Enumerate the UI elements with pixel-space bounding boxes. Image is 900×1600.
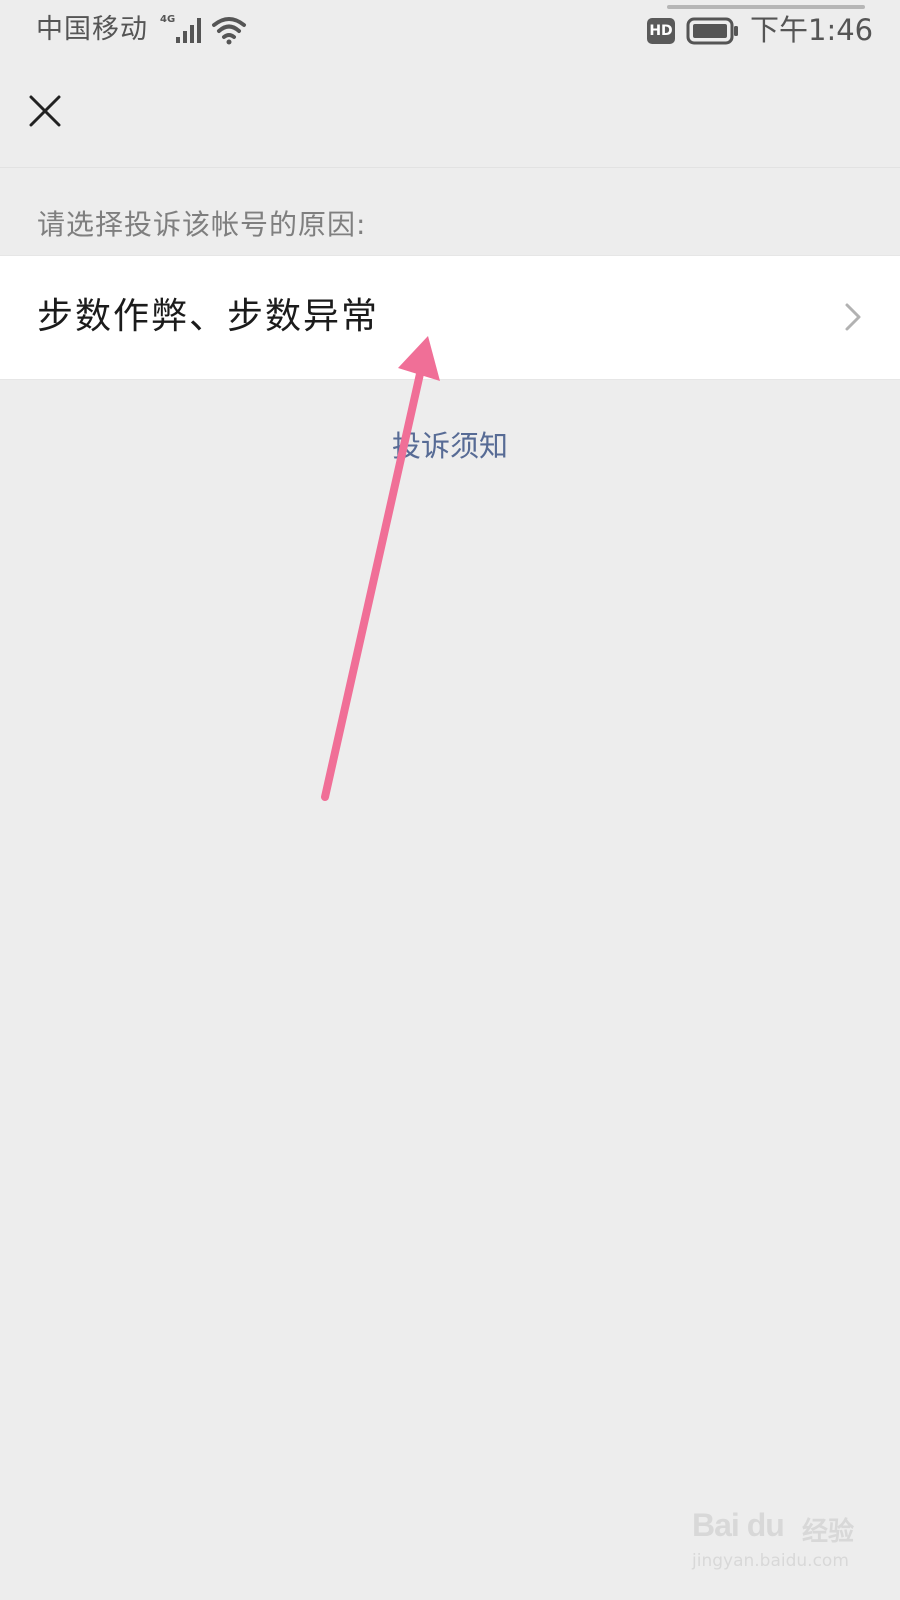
baidu-jingyan-watermark: Bai du 经验 jingyan.baidu.com [684, 1495, 859, 1580]
watermark-product: 经验 [802, 1517, 855, 1547]
wifi-icon [212, 17, 246, 45]
reason-item-step-cheating[interactable]: 步数作弊、步数异常 [0, 255, 900, 380]
signal-icon [176, 18, 201, 43]
reason-prompt: 请选择投诉该帐号的原因: [37, 208, 367, 241]
watermark-url: jingyan.baidu.com [692, 1551, 849, 1571]
close-button[interactable] [20, 86, 70, 136]
chevron-right-icon [845, 303, 861, 331]
status-bar: 中国移动 4G HD 下午1:46 [0, 0, 900, 62]
nav-bar [0, 62, 900, 168]
carrier-name: 中国移动 [36, 14, 148, 45]
network-type: 4G [160, 14, 176, 25]
reason-label: 步数作弊、步数异常 [37, 296, 380, 337]
battery-icon [686, 17, 738, 45]
status-time: 下午1:46 [750, 13, 874, 47]
top-handle [667, 5, 865, 9]
hd-badge: HD [647, 18, 675, 44]
close-icon [29, 95, 61, 127]
complaint-notice-link[interactable]: 投诉须知 [0, 425, 900, 467]
watermark-brand: Bai du [692, 1507, 785, 1543]
